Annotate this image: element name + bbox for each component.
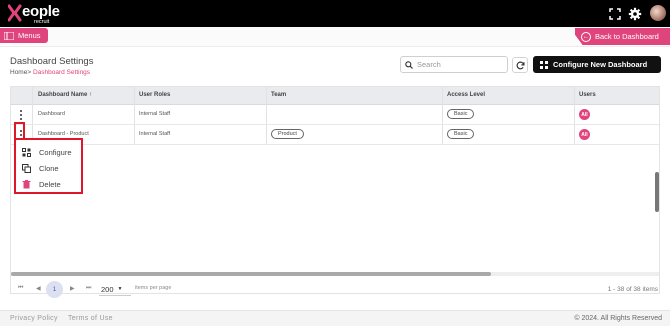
table-header: Dashboard Name ↑ User Roles Team Access …	[11, 87, 659, 105]
logo-subtext: recruit	[34, 19, 50, 25]
cell-dashboard-name: Dashboard	[38, 111, 65, 117]
prev-page-button[interactable]: ◀	[36, 285, 41, 292]
row-actions-kebab-icon[interactable]	[19, 110, 23, 120]
users-all-badge: All	[579, 129, 590, 140]
horizontal-scrollbar[interactable]	[11, 272, 659, 276]
configure-new-dashboard-button[interactable]: Configure New Dashboard	[533, 56, 661, 73]
dashboard-table: Dashboard Name ↑ User Roles Team Access …	[10, 86, 660, 294]
gear-icon[interactable]	[628, 7, 642, 21]
access-level-chip: Basic	[447, 129, 475, 139]
menu-item-delete[interactable]: Delete	[22, 178, 61, 190]
terms-of-use-link[interactable]: Terms of Use	[68, 315, 113, 322]
grid-icon	[22, 147, 31, 157]
search-icon	[405, 60, 413, 69]
page-size-caption: items per page	[135, 285, 172, 291]
breadcrumb-separator: >	[27, 69, 32, 76]
column-header-team[interactable]: Team	[271, 92, 286, 98]
page-size-value: 200	[101, 284, 114, 294]
access-level-chip: Basic	[447, 109, 475, 119]
vertical-scroll-thumb[interactable]	[655, 172, 659, 212]
team-chip: Product	[271, 129, 304, 139]
table-row[interactable]: Dashboard - Product Internal Staff Produ…	[11, 125, 659, 145]
copy-icon	[22, 163, 31, 173]
column-header-user-roles[interactable]: User Roles	[139, 92, 170, 98]
back-arrow-icon: ←	[581, 31, 591, 42]
back-to-dashboard-button[interactable]: ← Back to Dashboard	[575, 28, 670, 45]
menu-item-label: Clone	[39, 163, 59, 173]
column-header-access-level[interactable]: Access Level	[447, 92, 485, 98]
column-header-users[interactable]: Users	[579, 92, 596, 98]
logo-text: eople	[22, 3, 60, 20]
menu-item-clone[interactable]: Clone	[22, 162, 59, 174]
horizontal-scroll-thumb[interactable]	[11, 272, 491, 276]
page-title: Dashboard Settings	[10, 56, 94, 67]
last-page-button[interactable]: ⏭	[86, 285, 91, 292]
item-count: 1 - 38 of 38 items	[607, 286, 658, 293]
refresh-button[interactable]	[512, 57, 528, 73]
chevron-down-icon: ▼	[117, 286, 123, 292]
breadcrumb-home[interactable]: Home	[10, 69, 27, 76]
fullscreen-icon[interactable]	[608, 7, 622, 21]
search-input[interactable]: Search	[400, 56, 508, 73]
cell-user-roles: Internal Staff	[139, 131, 171, 137]
next-page-button[interactable]: ▶	[70, 285, 75, 292]
pagination: ⏮ ◀ 1 ▶ ⏭ 200 ▼ items per page 1 - 38 of…	[10, 280, 660, 300]
dashboard-grid-icon	[540, 60, 548, 69]
copyright-text: © 2024. All Rights Reserved	[574, 315, 662, 322]
users-all-badge: All	[579, 109, 590, 120]
sub-bar	[0, 27, 670, 47]
menus-button[interactable]: Menus	[0, 28, 48, 43]
trash-icon	[22, 179, 31, 188]
cell-dashboard-name: Dashboard - Product	[38, 131, 89, 137]
footer: Privacy Policy Terms of Use © 2024. All …	[0, 310, 670, 326]
page-size-select[interactable]: 200 ▼	[99, 283, 131, 296]
table-row[interactable]: Dashboard Internal Staff Basic All	[11, 105, 659, 125]
configure-label: Configure New Dashboard	[553, 60, 648, 69]
privacy-policy-link[interactable]: Privacy Policy	[10, 315, 58, 322]
row-context-menu: Configure Clone Delete	[14, 138, 83, 194]
column-label: Dashboard Name	[38, 92, 88, 98]
menu-grid-icon	[4, 31, 14, 40]
column-header-dashboard-name[interactable]: Dashboard Name ↑	[38, 92, 92, 98]
menu-item-label: Delete	[39, 179, 61, 189]
top-bar: eople recruit	[0, 0, 670, 27]
current-page-button[interactable]: 1	[46, 281, 63, 298]
first-page-button[interactable]: ⏮	[18, 285, 23, 292]
breadcrumb: Home> Dashboard Settings	[10, 69, 90, 76]
search-placeholder: Search	[417, 60, 441, 69]
menu-item-configure[interactable]: Configure	[22, 146, 72, 158]
menus-label: Menus	[18, 31, 41, 40]
breadcrumb-current: Dashboard Settings	[32, 69, 91, 76]
back-label: Back to Dashboard	[595, 32, 659, 41]
cell-user-roles: Internal Staff	[139, 111, 171, 117]
refresh-icon	[516, 61, 525, 69]
menu-item-label: Configure	[39, 147, 72, 157]
logo-mark-icon	[8, 4, 22, 22]
sort-asc-icon: ↑	[89, 92, 93, 98]
avatar[interactable]	[650, 5, 666, 21]
